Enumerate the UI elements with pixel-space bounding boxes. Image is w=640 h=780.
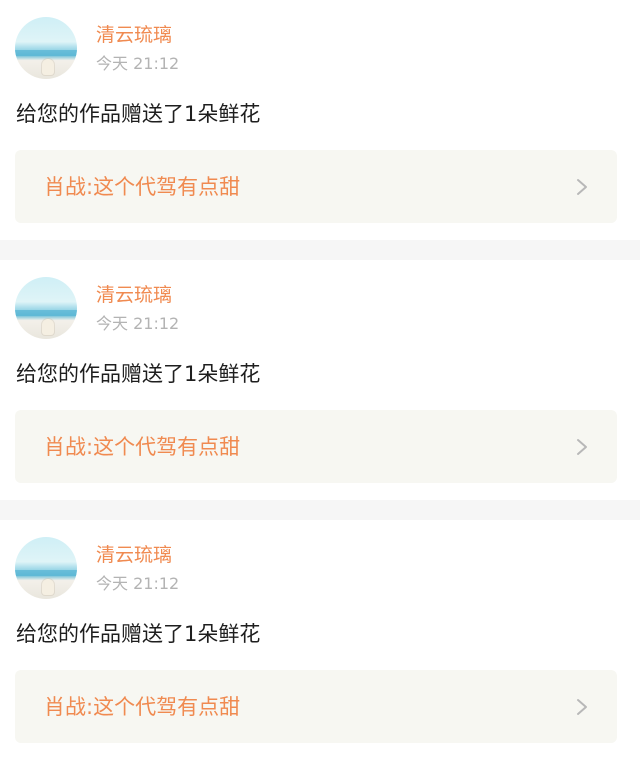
avatar-sea: [15, 50, 77, 56]
work-link-title: 肖战:这个代驾有点甜: [44, 175, 241, 199]
notification-card: 清云琉璃 今天 21:12 给您的作品赠送了1朵鲜花 肖战:这个代驾有点甜: [0, 520, 640, 760]
card-divider: [0, 500, 640, 520]
avatar-sea: [15, 310, 77, 316]
avatar-figure: [42, 59, 54, 75]
notification-feed: 清云琉璃 今天 21:12 给您的作品赠送了1朵鲜花 肖战:这个代驾有点甜 清云…: [0, 0, 640, 760]
user-avatar[interactable]: [15, 537, 77, 599]
gift-message: 给您的作品赠送了1朵鲜花: [16, 102, 261, 126]
chevron-right-icon: [577, 439, 587, 455]
work-link-card[interactable]: 肖战:这个代驾有点甜: [15, 670, 617, 743]
avatar-figure: [42, 319, 54, 335]
timestamp: 今天 21:12: [96, 314, 180, 333]
username[interactable]: 清云琉璃: [96, 283, 172, 307]
gift-message: 给您的作品赠送了1朵鲜花: [16, 622, 261, 646]
chevron-right-icon: [577, 699, 587, 715]
notification-card: 清云琉璃 今天 21:12 给您的作品赠送了1朵鲜花 肖战:这个代驾有点甜: [0, 0, 640, 240]
timestamp: 今天 21:12: [96, 574, 180, 593]
work-link-card[interactable]: 肖战:这个代驾有点甜: [15, 410, 617, 483]
work-link-card[interactable]: 肖战:这个代驾有点甜: [15, 150, 617, 223]
avatar-sea: [15, 570, 77, 576]
work-link-title: 肖战:这个代驾有点甜: [44, 435, 241, 459]
avatar-figure: [42, 579, 54, 595]
card-divider: [0, 240, 640, 260]
user-avatar[interactable]: [15, 17, 77, 79]
gift-message: 给您的作品赠送了1朵鲜花: [16, 362, 261, 386]
chevron-right-icon: [577, 179, 587, 195]
user-avatar[interactable]: [15, 277, 77, 339]
work-link-title: 肖战:这个代驾有点甜: [44, 695, 241, 719]
username[interactable]: 清云琉璃: [96, 543, 172, 567]
username[interactable]: 清云琉璃: [96, 23, 172, 47]
timestamp: 今天 21:12: [96, 54, 180, 73]
notification-card: 清云琉璃 今天 21:12 给您的作品赠送了1朵鲜花 肖战:这个代驾有点甜: [0, 260, 640, 500]
